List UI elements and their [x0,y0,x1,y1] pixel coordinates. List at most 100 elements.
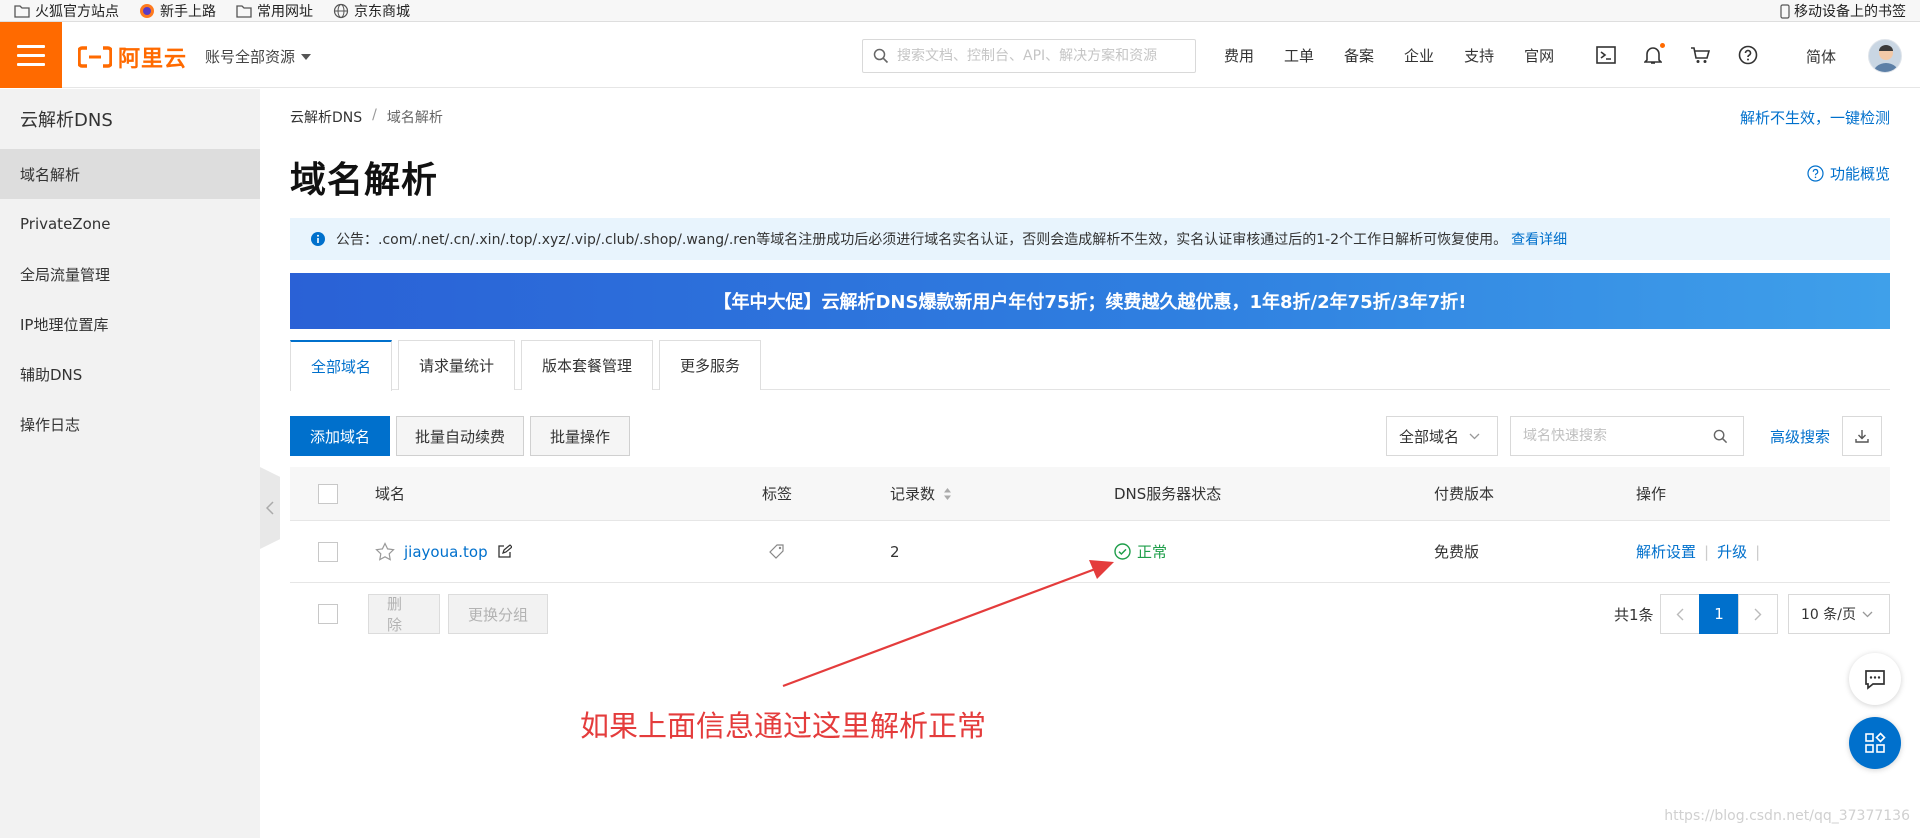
advanced-search-link[interactable]: 高级搜索 [1770,426,1830,447]
batch-operation-button[interactable]: 批量操作 [530,416,630,456]
aliyun-logo[interactable]: 阿里云 [78,41,187,73]
apps-button[interactable] [1849,717,1901,769]
notice-detail-link[interactable]: 查看详细 [1511,229,1567,249]
bookmark-jd[interactable]: 京东商城 [333,0,410,22]
bookmark-mobile[interactable]: 移动设备上的书签 [1780,0,1906,22]
sidebar-item-secondary-dns[interactable]: 辅助DNS [0,349,260,399]
change-group-button[interactable]: 更换分组 [448,594,548,634]
promo-banner[interactable]: 【年中大促】云解析DNS爆款新用户年付75折；续费越久越优惠，1年8折/2年75… [290,273,1890,329]
bookmark-label: 常用网址 [257,3,313,20]
breadcrumb: 云解析DNS / 域名解析 [290,107,443,127]
next-page-button[interactable] [1738,594,1778,634]
nav-link-support[interactable]: 支持 [1464,45,1494,66]
search-icon[interactable] [1713,429,1728,444]
feature-overview-link[interactable]: 功能概览 [1807,163,1890,184]
tab-plan-management[interactable]: 版本套餐管理 [521,340,654,390]
top-nav-links: 费用 工单 备案 企业 支持 官网 [1224,22,1584,88]
language-switch[interactable]: 简体 [1806,46,1836,67]
sidebar-title: 云解析DNS [20,110,113,131]
chat-button[interactable] [1849,653,1901,705]
page-number[interactable]: 1 [1699,594,1739,634]
nav-link-billing[interactable]: 费用 [1224,45,1254,66]
upgrade-link[interactable]: 升级 [1717,541,1747,562]
search-icon [873,48,889,64]
tab-request-stats[interactable]: 请求量统计 [398,340,516,390]
firefox-icon [139,3,155,19]
bookmark-label: 京东商城 [354,3,410,20]
nav-link-icp[interactable]: 备案 [1344,45,1374,66]
delete-button[interactable]: 删 除 [368,594,440,634]
total-count: 共1条 [1614,605,1654,624]
select-all-cell [318,467,338,520]
download-button[interactable] [1842,416,1882,456]
nav-link-official-site[interactable]: 官网 [1524,45,1554,66]
watermark: https://blog.csdn.net/qq_37377136 [1664,808,1910,824]
sidebar-item-global-traffic[interactable]: 全局流量管理 [0,249,260,299]
footer-select-checkbox[interactable] [318,604,338,624]
bookmark-label: 移动设备上的书签 [1794,4,1906,20]
bookmark-common-sites[interactable]: 常用网址 [236,0,313,22]
page-size-select[interactable]: 10 条/页 [1788,594,1890,634]
global-search-input[interactable] [897,48,1187,64]
sidebar-item-ip-geo[interactable]: IP地理位置库 [0,299,260,349]
terminal-icon[interactable] [1596,46,1616,64]
sidebar-collapse-handle[interactable] [260,467,280,549]
column-header: 标签 [762,485,793,503]
help-circle-icon [1807,165,1824,182]
pagination: 1 [1660,594,1778,634]
menu-line [17,44,45,48]
quick-check-link[interactable]: 解析不生效，一键检测 [1740,107,1890,128]
global-search[interactable] [862,39,1196,73]
column-header: 域名 [375,485,406,503]
tag-icon[interactable] [768,543,785,560]
notification-dot [1660,43,1665,48]
nav-link-enterprise[interactable]: 企业 [1404,45,1434,66]
action-separator: | [1755,542,1761,561]
tab-more-services[interactable]: 更多服务 [659,340,762,390]
nav-link-ticket[interactable]: 工单 [1284,45,1314,66]
dns-status-cell: 正常 [1114,521,1167,582]
tab-bar: 全部域名 请求量统计 版本套餐管理 更多服务 [290,340,1890,391]
breadcrumb-current: 域名解析 [386,110,443,126]
bookmark-label: 新手上路 [160,3,216,20]
domain-quick-search[interactable] [1510,416,1744,456]
page-title: 域名解析 [290,160,439,201]
table-row: jiayoua.top 2 正常 免费版 解析设置 | 升级 | [290,521,1890,583]
sidebar-item-domain-resolution[interactable]: 域名解析 [0,149,260,199]
column-header-records[interactable]: 记录数 [890,467,952,520]
select-all-checkbox[interactable] [318,483,338,504]
sidebar-item-operation-log[interactable]: 操作日志 [0,399,260,449]
sidebar-item-privatezone[interactable]: PrivateZone [0,199,260,249]
tab-all-domains[interactable]: 全部域名 [290,340,393,391]
action-separator: | [1704,542,1710,561]
domain-group-select[interactable]: 全部域名 [1386,416,1498,456]
top-nav-icons [1596,22,1786,88]
domain-search-input[interactable] [1523,428,1713,444]
bookmark-getting-started[interactable]: 新手上路 [139,0,216,22]
add-domain-button[interactable]: 添加域名 [290,416,390,456]
dns-settings-link[interactable]: 解析设置 [1636,541,1696,562]
column-header-label: 记录数 [890,485,936,503]
cart-icon[interactable] [1690,46,1710,64]
feature-overview-label: 功能概览 [1829,165,1890,183]
download-icon [1854,428,1870,444]
help-icon[interactable] [1738,45,1758,65]
chat-icon [1864,668,1886,690]
sidebar: 云解析DNS 域名解析 PrivateZone 全局流量管理 IP地理位置库 辅… [0,89,260,838]
folder-icon [236,4,252,18]
hamburger-menu-button[interactable] [0,22,62,88]
star-icon[interactable] [375,542,395,561]
account-resource-dropdown[interactable]: 账号全部资源 [205,46,312,67]
bookmark-firefox-site[interactable]: 火狐官方站点 [14,0,119,22]
avatar[interactable] [1868,39,1902,73]
sort-icon [943,486,952,502]
prev-page-button[interactable] [1660,594,1700,634]
apps-grid-icon [1864,732,1886,754]
batch-auto-renew-button[interactable]: 批量自动续费 [396,416,524,456]
bell-icon[interactable] [1644,43,1665,65]
breadcrumb-item[interactable]: 云解析DNS [290,107,362,127]
table-footer: 删 除 更换分组 共1条 1 10 条/页 [290,594,1890,638]
row-checkbox[interactable] [318,541,338,562]
edit-icon[interactable] [497,544,512,559]
domain-link[interactable]: jiayoua.top [404,543,488,561]
